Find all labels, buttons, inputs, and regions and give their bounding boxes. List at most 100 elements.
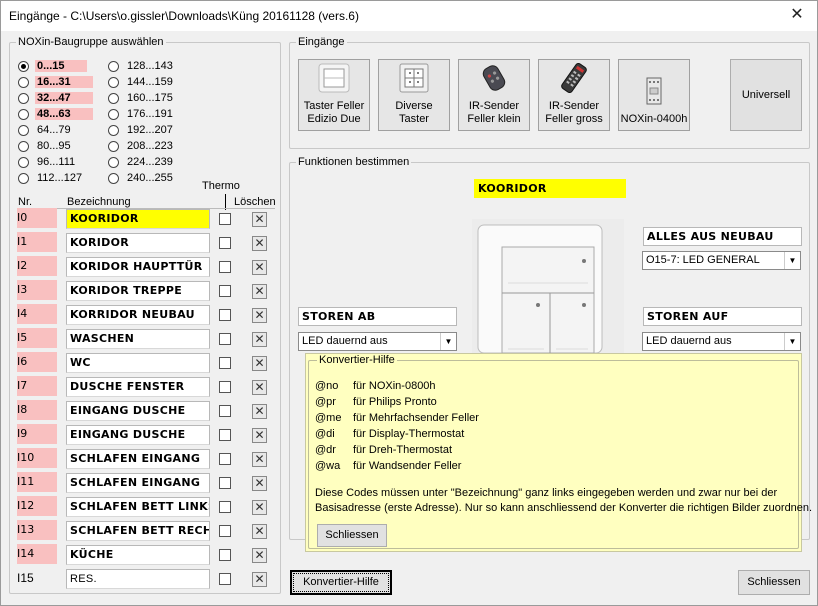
range-radio-1[interactable]: 16...31 bbox=[18, 74, 93, 90]
top-right-led-select[interactable]: O15-7: LED GENERAL ▼ bbox=[642, 251, 801, 270]
thermo-checkbox[interactable] bbox=[219, 237, 231, 249]
range-radio-2[interactable]: 32...47 bbox=[18, 90, 93, 106]
delete-row-button[interactable]: ✕ bbox=[252, 236, 267, 251]
bezeichnung-input[interactable]: RES. bbox=[66, 569, 210, 589]
range-radio-15[interactable]: 240...255 bbox=[108, 170, 175, 186]
universell-button[interactable]: Universell bbox=[730, 59, 802, 131]
radio-dot[interactable] bbox=[18, 60, 29, 72]
delete-row-button[interactable]: ✕ bbox=[252, 332, 267, 347]
range-radio-8[interactable]: 128...143 bbox=[108, 58, 175, 74]
chevron-down-icon[interactable]: ▼ bbox=[440, 333, 456, 350]
range-radio-10[interactable]: 160...175 bbox=[108, 90, 175, 106]
chevron-down-icon[interactable]: ▼ bbox=[784, 252, 800, 269]
radio-dot[interactable] bbox=[108, 124, 119, 136]
delete-row-button[interactable]: ✕ bbox=[252, 308, 267, 323]
window-close-button[interactable]: ✕ bbox=[787, 6, 807, 24]
delete-row-button[interactable]: ✕ bbox=[252, 548, 267, 563]
help-close-button[interactable]: Schliessen bbox=[317, 524, 387, 547]
delete-row-button[interactable]: ✕ bbox=[252, 428, 267, 443]
range-radio-4[interactable]: 64...79 bbox=[18, 122, 73, 138]
delete-row-button[interactable]: ✕ bbox=[252, 212, 267, 227]
delete-row-button[interactable]: ✕ bbox=[252, 500, 267, 515]
range-radio-5[interactable]: 80...95 bbox=[18, 138, 73, 154]
ir-sender-klein-button[interactable]: IR-Sender Feller klein bbox=[458, 59, 530, 131]
close-button[interactable]: Schliessen bbox=[738, 570, 810, 595]
thermo-checkbox[interactable] bbox=[219, 429, 231, 441]
bezeichnung-input[interactable]: WC bbox=[66, 353, 210, 373]
bezeichnung-input[interactable]: KOORIDOR bbox=[66, 209, 210, 229]
radio-dot[interactable] bbox=[18, 172, 29, 184]
delete-row-button[interactable]: ✕ bbox=[252, 476, 267, 491]
function-title-field[interactable]: KOORIDOR bbox=[474, 179, 626, 198]
delete-row-button[interactable]: ✕ bbox=[252, 284, 267, 299]
noxin-0400h-button[interactable]: NOXin-0400h bbox=[618, 59, 690, 131]
bezeichnung-input[interactable]: WASCHEN bbox=[66, 329, 210, 349]
thermo-checkbox[interactable] bbox=[219, 549, 231, 561]
thermo-checkbox[interactable] bbox=[219, 357, 231, 369]
radio-dot[interactable] bbox=[108, 156, 119, 168]
thermo-checkbox[interactable] bbox=[219, 285, 231, 297]
right-led-select[interactable]: LED dauernd aus ▼ bbox=[642, 332, 801, 351]
range-radio-12[interactable]: 192...207 bbox=[108, 122, 175, 138]
thermo-checkbox[interactable] bbox=[219, 525, 231, 537]
radio-dot[interactable] bbox=[18, 92, 29, 104]
thermo-checkbox[interactable] bbox=[219, 381, 231, 393]
right-function-field[interactable]: STOREN AUF bbox=[643, 307, 802, 326]
radio-dot[interactable] bbox=[108, 140, 119, 152]
thermo-checkbox[interactable] bbox=[219, 501, 231, 513]
thermo-checkbox[interactable] bbox=[219, 453, 231, 465]
bezeichnung-input[interactable]: KORIDOR HAUPTTÜR bbox=[66, 257, 210, 277]
delete-row-button[interactable]: ✕ bbox=[252, 380, 267, 395]
bezeichnung-input[interactable]: KORRIDOR NEUBAU bbox=[66, 305, 210, 325]
radio-dot[interactable] bbox=[108, 172, 119, 184]
radio-dot[interactable] bbox=[18, 108, 29, 120]
top-right-function-field[interactable]: ALLES AUS NEUBAU bbox=[643, 227, 802, 246]
diverse-taster-button[interactable]: Diverse Taster bbox=[378, 59, 450, 131]
bezeichnung-input[interactable]: DUSCHE FENSTER bbox=[66, 377, 210, 397]
thermo-checkbox[interactable] bbox=[219, 213, 231, 225]
thermo-checkbox[interactable] bbox=[219, 261, 231, 273]
range-radio-7[interactable]: 112...127 bbox=[18, 170, 84, 186]
delete-row-button[interactable]: ✕ bbox=[252, 452, 267, 467]
bezeichnung-input[interactable]: SCHLAFEN BETT LINKS bbox=[66, 497, 210, 517]
range-radio-14[interactable]: 224...239 bbox=[108, 154, 175, 170]
thermo-checkbox[interactable] bbox=[219, 333, 231, 345]
radio-dot[interactable] bbox=[18, 156, 29, 168]
chevron-down-icon[interactable]: ▼ bbox=[784, 333, 800, 350]
radio-dot[interactable] bbox=[108, 60, 119, 72]
bezeichnung-input[interactable]: KÜCHE bbox=[66, 545, 210, 565]
ir-sender-gross-button[interactable]: IR-Sender Feller gross bbox=[538, 59, 610, 131]
radio-dot[interactable] bbox=[18, 76, 29, 88]
bezeichnung-input[interactable]: SCHLAFEN BETT RECH bbox=[66, 521, 210, 541]
thermo-checkbox[interactable] bbox=[219, 405, 231, 417]
range-radio-6[interactable]: 96...111 bbox=[18, 154, 77, 170]
radio-dot[interactable] bbox=[108, 108, 119, 120]
delete-row-button[interactable]: ✕ bbox=[252, 524, 267, 539]
radio-dot[interactable] bbox=[18, 124, 29, 136]
delete-row-button[interactable]: ✕ bbox=[252, 572, 267, 587]
radio-dot[interactable] bbox=[108, 92, 119, 104]
konvertier-hilfe-button[interactable]: Konvertier-Hilfe bbox=[290, 570, 392, 595]
thermo-checkbox[interactable] bbox=[219, 477, 231, 489]
range-radio-3[interactable]: 48...63 bbox=[18, 106, 93, 122]
bezeichnung-input[interactable]: KORIDOR TREPPE bbox=[66, 281, 210, 301]
bezeichnung-input[interactable]: EINGANG DUSCHE bbox=[66, 401, 210, 421]
range-radio-13[interactable]: 208...223 bbox=[108, 138, 175, 154]
left-led-select[interactable]: LED dauernd aus ▼ bbox=[298, 332, 457, 351]
range-radio-9[interactable]: 144...159 bbox=[108, 74, 175, 90]
taster-feller-edizio-button[interactable]: Taster Feller Edizio Due bbox=[298, 59, 370, 131]
range-radio-11[interactable]: 176...191 bbox=[108, 106, 175, 122]
delete-row-button[interactable]: ✕ bbox=[252, 404, 267, 419]
thermo-checkbox[interactable] bbox=[219, 573, 231, 585]
thermo-checkbox[interactable] bbox=[219, 309, 231, 321]
bezeichnung-input[interactable]: SCHLAFEN EINGANG bbox=[66, 473, 210, 493]
delete-row-button[interactable]: ✕ bbox=[252, 260, 267, 275]
bezeichnung-input[interactable]: EINGANG DUSCHE bbox=[66, 425, 210, 445]
radio-dot[interactable] bbox=[18, 140, 29, 152]
bezeichnung-input[interactable]: KORIDOR bbox=[66, 233, 210, 253]
range-radio-0[interactable]: 0...15 bbox=[18, 58, 87, 74]
left-function-field[interactable]: STOREN AB bbox=[298, 307, 457, 326]
delete-row-button[interactable]: ✕ bbox=[252, 356, 267, 371]
radio-dot[interactable] bbox=[108, 76, 119, 88]
bezeichnung-input[interactable]: SCHLAFEN EINGANG bbox=[66, 449, 210, 469]
